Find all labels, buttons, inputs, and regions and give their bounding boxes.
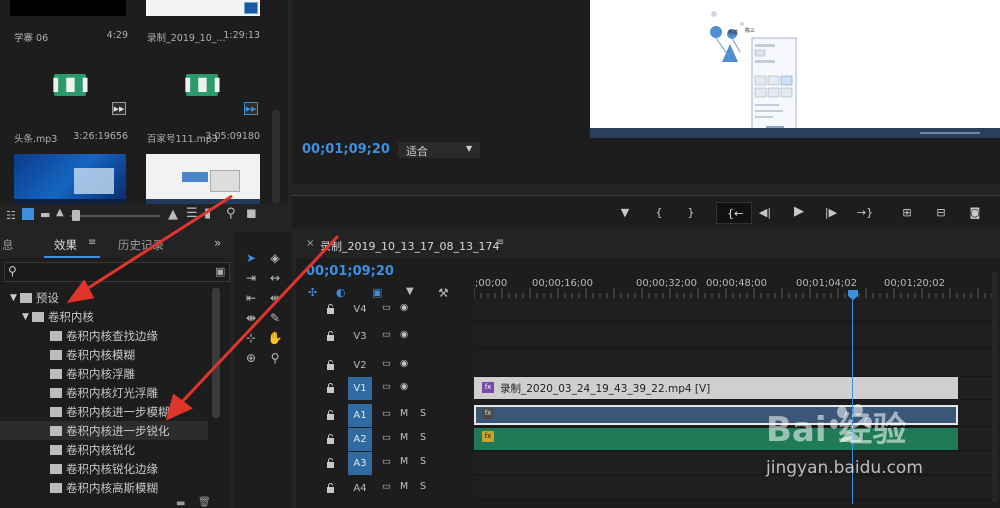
paw-icon (830, 404, 872, 442)
watermark-url: jingyan.baidu.com (766, 458, 923, 478)
watermark-logo: Bai 经验 (766, 410, 907, 450)
baidu-jingyan-watermark: Bai 经验 jingyan.baidu.com (760, 402, 1000, 508)
